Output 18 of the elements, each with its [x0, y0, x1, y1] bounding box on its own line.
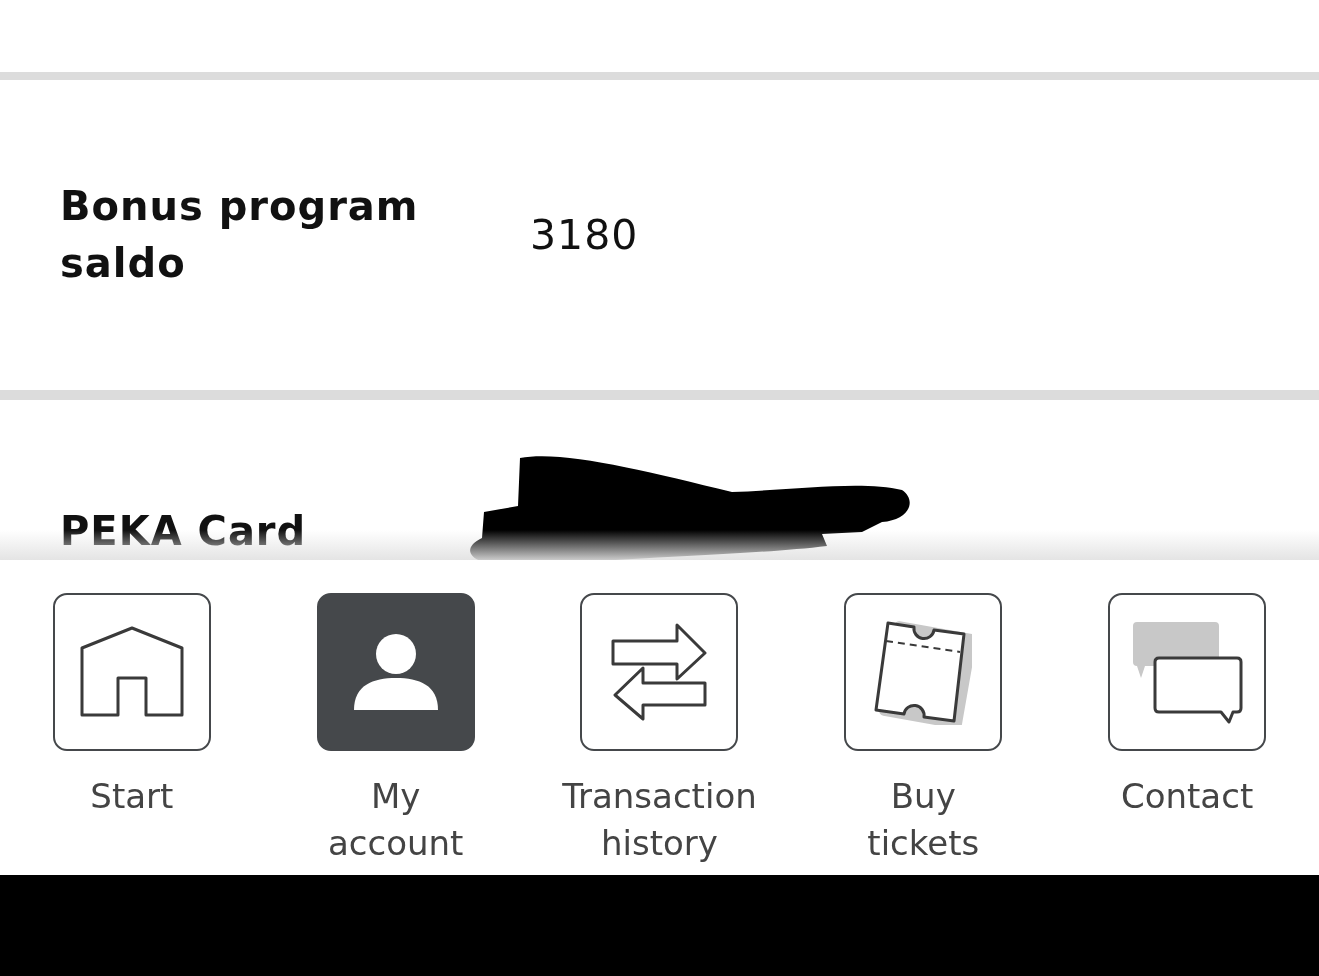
nav-tab[interactable]: Contact: [1055, 560, 1319, 875]
field-value: 3180: [530, 211, 639, 259]
nav-label: My account: [327, 775, 464, 865]
nav-tab[interactable]: Start: [0, 560, 264, 875]
chat-icon: [1131, 620, 1244, 724]
arrows-icon: [611, 623, 708, 721]
nav-label: Start: [90, 775, 174, 818]
nav-tab[interactable]: Buy tickets: [791, 560, 1056, 875]
field-label: Bonus program saldo: [60, 182, 420, 288]
person-icon: [352, 633, 439, 711]
ticket-icon: [874, 619, 973, 725]
nav-label: Transaction history: [562, 775, 757, 865]
nav-tab[interactable]: My account: [263, 560, 528, 875]
field-label: PEKA Card: [60, 507, 308, 556]
nav-tab[interactable]: Transaction history: [527, 560, 792, 875]
nav-label: Contact: [1120, 775, 1254, 818]
nav-label: Buy tickets: [867, 775, 980, 865]
house-icon: [79, 626, 184, 718]
